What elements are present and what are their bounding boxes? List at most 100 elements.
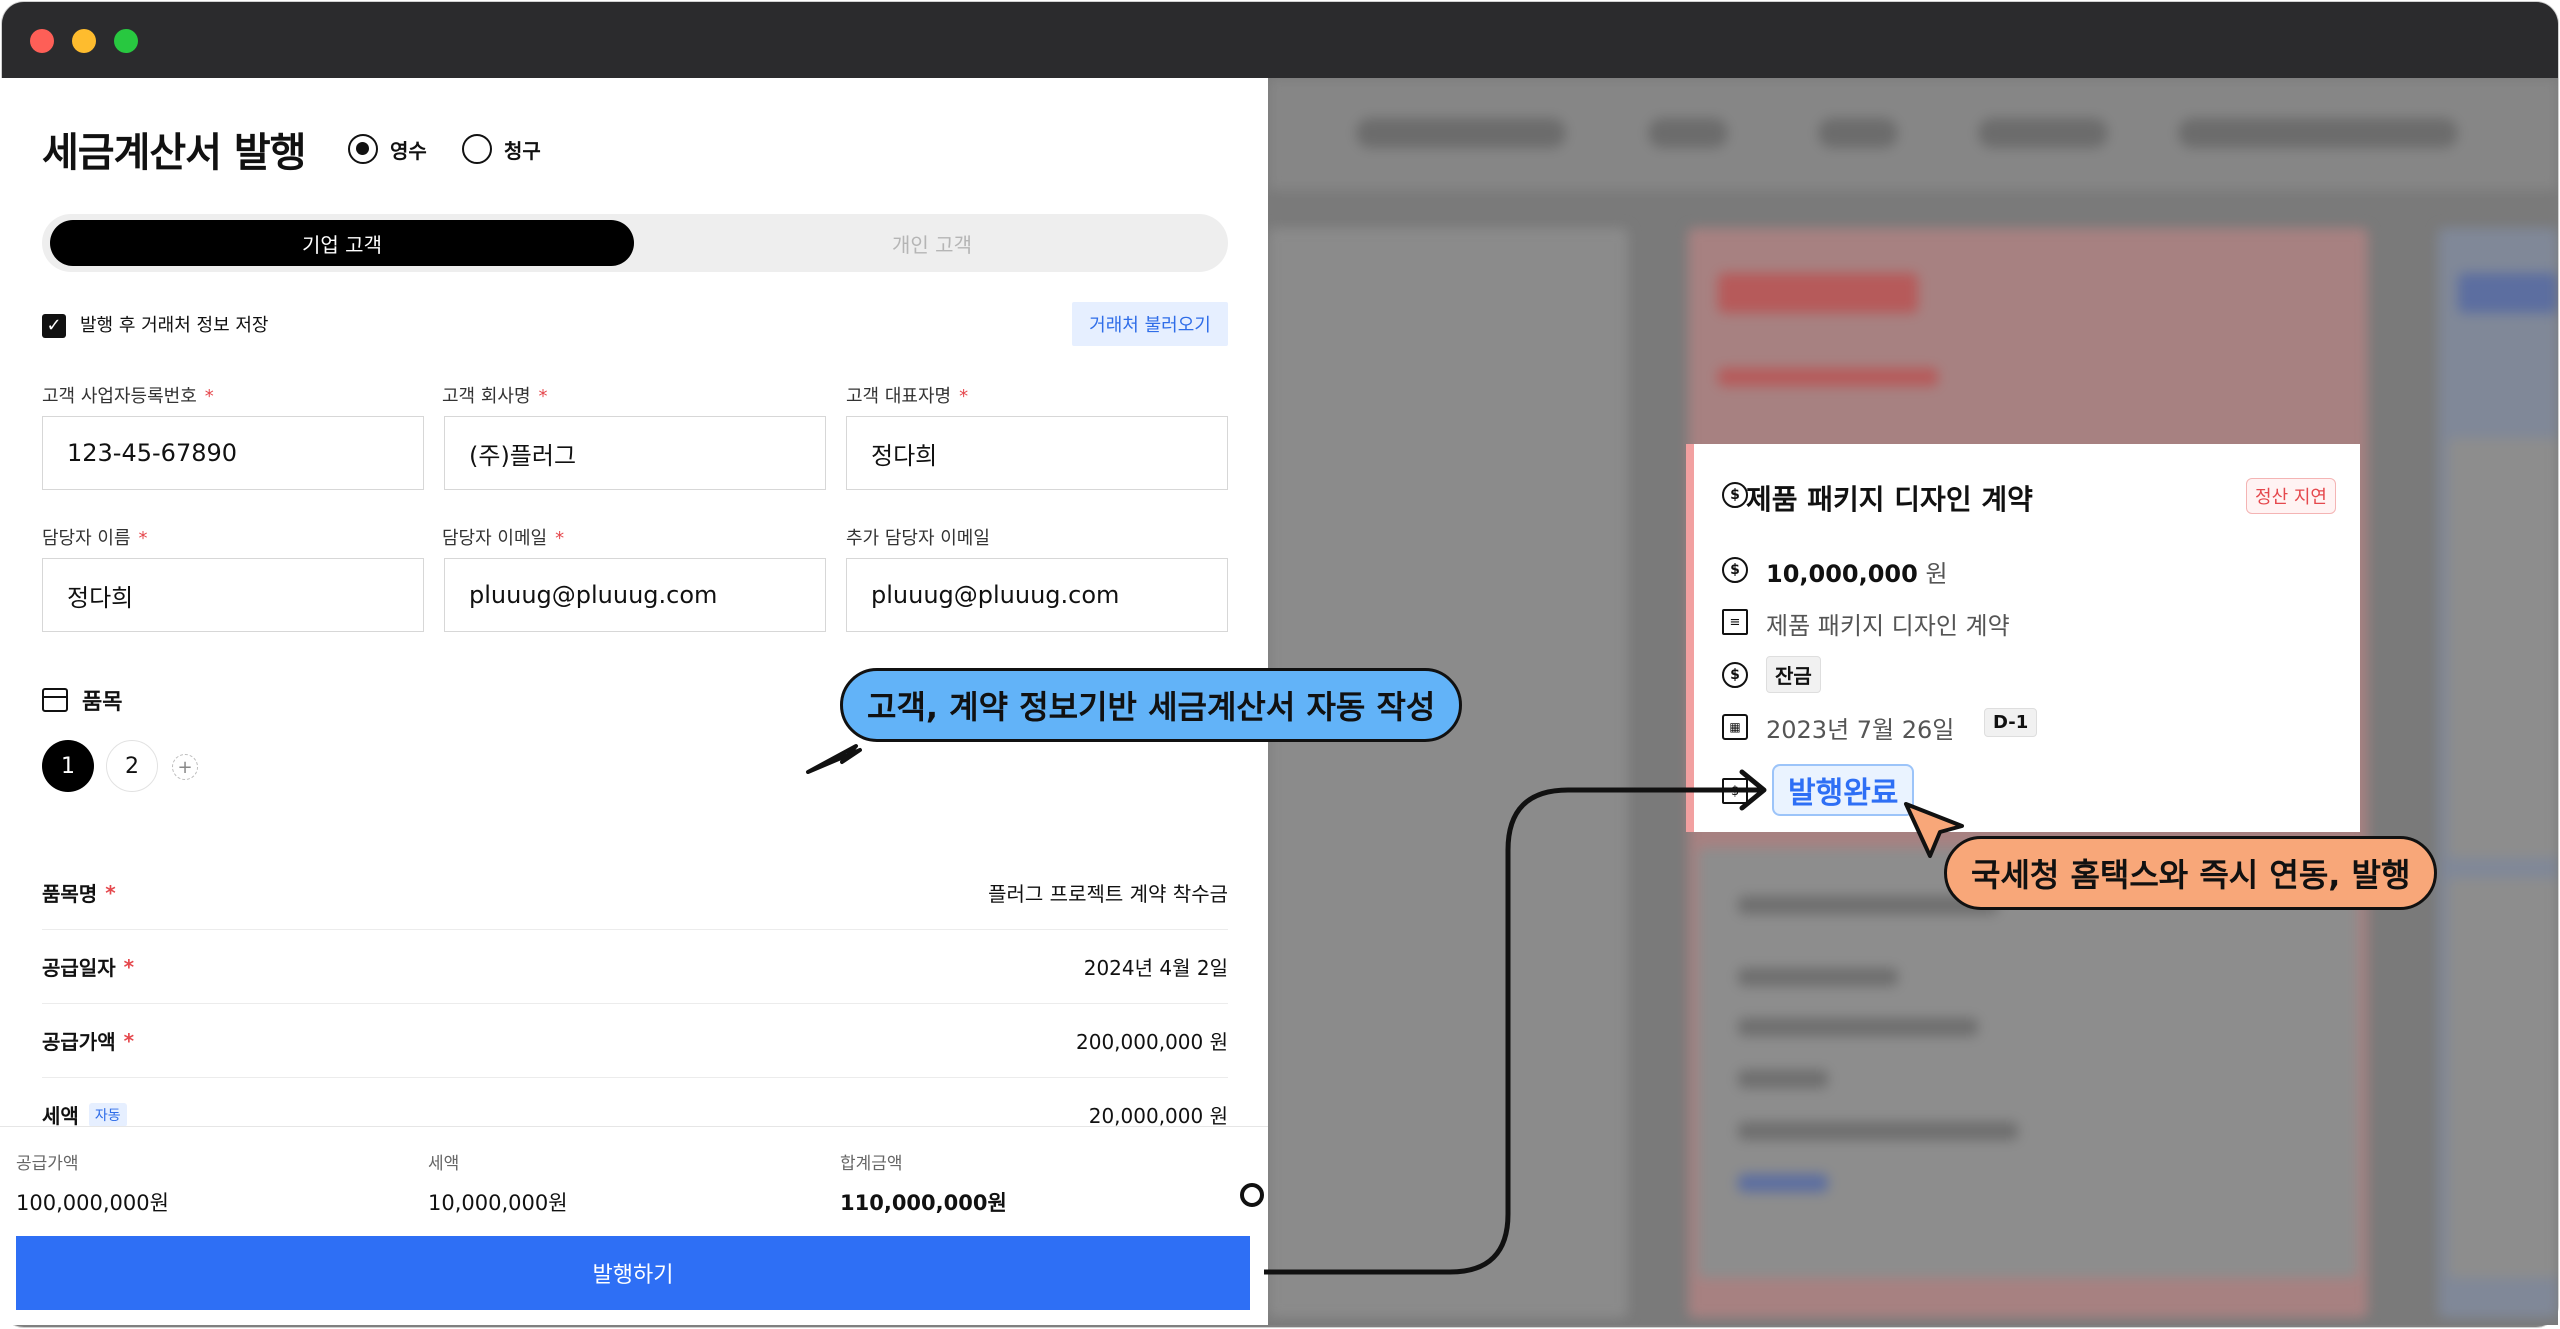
ceo-label: 고객 대표자명 *	[846, 382, 968, 408]
callout-auto-write: 고객, 계약 정보기반 세금계산서 자동 작성	[840, 668, 1463, 742]
background-line	[1738, 1174, 1828, 1192]
background-line	[1738, 1070, 1828, 1088]
payment-type-tag: 잔금	[1766, 656, 1821, 693]
calendar-icon: ▦	[1722, 714, 1748, 740]
summary-supply-label: 공급가액	[16, 1154, 79, 1174]
ceo-label-text: 고객 대표자명	[846, 386, 952, 407]
issue-button[interactable]: 발행하기	[16, 1236, 1250, 1310]
add-item-icon[interactable]: +	[172, 754, 198, 780]
background-line	[1738, 968, 1898, 986]
callout-hometax: 국세청 홈택스와 즉시 연동, 발행	[1944, 836, 2438, 910]
tax-label: 세액	[42, 1104, 79, 1128]
summary-tax-label: 세액	[428, 1154, 460, 1174]
required-mark: *	[538, 386, 548, 407]
radio-claim-label: 청구	[504, 138, 541, 163]
background-pill	[1356, 118, 1566, 148]
page-title: 세금계산서 발행	[42, 130, 307, 176]
supply-date-value: 2024년 4월 2일	[1083, 956, 1228, 980]
money-bag-icon: $	[1722, 482, 1748, 508]
maximize-window-icon[interactable]	[114, 29, 138, 53]
background-line	[1738, 1018, 1978, 1036]
biz-no-input[interactable]: 123-45-67890	[42, 416, 424, 490]
contract-card[interactable]: $ 제품 패키지 디자인 계약 정산 지연 $ 10,000,000 원 ≡ 제…	[1686, 444, 2360, 832]
row-supply-date[interactable]: 공급일자 * 2024년 4월 2일	[42, 930, 1228, 1004]
background-subline	[1718, 368, 1938, 386]
close-window-icon[interactable]	[30, 29, 54, 53]
row-item-name[interactable]: 품목명 * 플러그 프로젝트 계약 착수금	[42, 856, 1228, 930]
email-label: 담당자 이메일 *	[442, 524, 564, 550]
background-card	[2448, 878, 2558, 1278]
summary-tax-value: 10,000,000원	[428, 1191, 568, 1215]
card-date: 2023년 7월 26일	[1766, 716, 1955, 744]
supply-amount-value: 200,000,000 원	[1076, 1030, 1228, 1054]
card-amount-value: 10,000,000	[1766, 560, 1918, 588]
card-amount: 10,000,000 원	[1766, 554, 1948, 589]
manager-input[interactable]: 정다희	[42, 558, 424, 632]
background-column	[1268, 228, 1628, 1318]
save-client-checkbox[interactable]: ✓	[42, 314, 66, 338]
minimize-window-icon[interactable]	[72, 29, 96, 53]
background-pill	[2178, 118, 2458, 148]
item-name-key: 품목명 *	[42, 878, 116, 907]
extra-email-label: 추가 담당자 이메일	[846, 528, 990, 549]
radio-receipt[interactable]: 영수	[348, 134, 427, 164]
coin-icon: $	[1722, 662, 1748, 688]
customer-type-toggle: 기업 고객 개인 고객	[42, 214, 1228, 272]
radio-claim[interactable]: 청구	[462, 134, 541, 164]
save-client-label: 발행 후 거래처 정보 저장	[80, 315, 269, 336]
box-icon	[42, 688, 68, 712]
supply-date-label: 공급일자	[42, 956, 116, 980]
money-bag-icon: $	[1722, 557, 1748, 583]
background-pill	[1978, 118, 2108, 148]
document-icon: ≡	[1722, 609, 1748, 635]
card-contract: 제품 패키지 디자인 계약	[1766, 612, 2010, 640]
background-heading	[1718, 273, 1918, 313]
radio-receipt-label: 영수	[390, 138, 427, 163]
issued-status-button[interactable]: 발행완료	[1772, 764, 1915, 816]
dday-tag: D-1	[1984, 708, 2038, 737]
item-name-label: 품목명	[42, 882, 98, 906]
background-pill	[1818, 118, 1898, 148]
background-card	[2448, 438, 2558, 858]
background-line	[1738, 1122, 2018, 1140]
summary-total-value: 110,000,000원	[840, 1191, 1007, 1215]
summary-total-label: 합계금액	[840, 1154, 903, 1174]
tab-personal-customer[interactable]: 개인 고객	[642, 220, 1222, 266]
biz-no-label-text: 고객 사업자등록번호	[42, 386, 197, 407]
auto-badge: 자동	[88, 1102, 127, 1127]
items-title-text: 품목	[82, 690, 123, 715]
card-title: 제품 패키지 디자인 계약	[1746, 483, 2033, 516]
items-section-title: 품목	[42, 684, 122, 716]
company-label-text: 고객 회사명	[442, 386, 531, 407]
extra-email-input[interactable]: pluuug@pluuug.com	[846, 558, 1228, 632]
manager-label-text: 담당자 이름	[42, 528, 131, 549]
required-mark: *	[123, 954, 135, 979]
invoice-icon: $	[1722, 778, 1748, 804]
tab-business-customer[interactable]: 기업 고객	[50, 220, 634, 266]
required-mark: *	[123, 1028, 135, 1053]
fetch-client-button[interactable]: 거래처 불러오기	[1072, 302, 1228, 346]
card-amount-unit: 원	[1925, 560, 1948, 588]
item-step-1[interactable]: 1	[42, 740, 94, 792]
company-input[interactable]: (주)플러그	[444, 416, 826, 490]
supply-date-key: 공급일자 *	[42, 952, 134, 981]
item-name-value: 플러그 프로젝트 계약 착수금	[988, 882, 1228, 906]
background-heading	[2458, 273, 2558, 313]
summary-supply-value: 100,000,000원	[16, 1191, 169, 1215]
row-supply-amount[interactable]: 공급가액 * 200,000,000 원	[42, 1004, 1228, 1078]
required-mark: *	[204, 386, 214, 407]
window-titlebar	[2, 2, 2558, 80]
radio-receipt-circle[interactable]	[348, 134, 378, 164]
status-badge: 정산 지연	[2246, 478, 2336, 514]
email-input[interactable]: pluuug@pluuug.com	[444, 558, 826, 632]
email-label-text: 담당자 이메일	[442, 528, 548, 549]
connector-dot	[1240, 1183, 1264, 1207]
tax-value: 20,000,000 원	[1088, 1104, 1228, 1128]
radio-claim-circle[interactable]	[462, 134, 492, 164]
item-step-2[interactable]: 2	[106, 740, 158, 792]
background-pill	[1648, 118, 1728, 148]
ceo-input[interactable]: 정다희	[846, 416, 1228, 490]
company-label: 고객 회사명 *	[442, 382, 548, 408]
required-mark: *	[105, 880, 116, 905]
required-mark: *	[959, 386, 969, 407]
